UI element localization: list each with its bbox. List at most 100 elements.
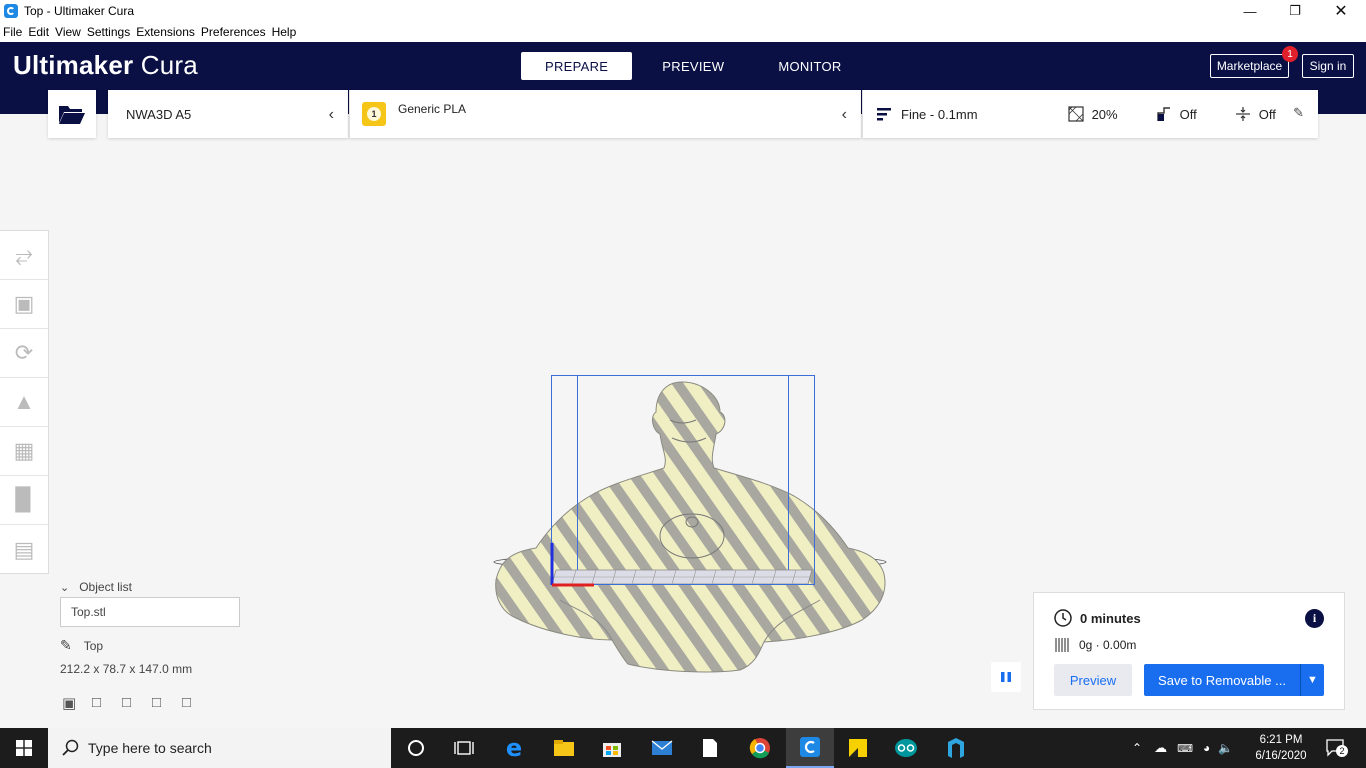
pencil-icon: ✎ — [60, 637, 72, 653]
front-view-icon[interactable]: □ — [92, 694, 122, 712]
support-blocker-icon[interactable]: ▉ — [0, 476, 48, 525]
cura-app-icon — [4, 4, 18, 18]
material-selector[interactable]: 1 Generic PLA ‹ — [349, 90, 861, 138]
marketplace-badge: 1 — [1282, 46, 1298, 62]
mirror-tool-icon[interactable]: ▲ — [0, 378, 48, 427]
menu-help[interactable]: Help — [272, 25, 297, 39]
clock-icon — [1054, 609, 1072, 627]
close-button[interactable]: ✕ — [1318, 0, 1364, 22]
minimize-button[interactable]: — — [1227, 0, 1273, 22]
profile-layers-icon — [877, 108, 891, 121]
preview-button[interactable]: Preview — [1054, 664, 1132, 696]
save-to-removable-button[interactable]: Save to Removable ... — [1144, 664, 1300, 696]
chevron-left-icon: ‹ — [328, 106, 334, 123]
volume-icon[interactable]: 🔈 — [1218, 741, 1233, 755]
material-usage-row: 0g · 0.00m — [1054, 637, 1136, 653]
chevron-up-icon[interactable]: ⌃ — [1132, 741, 1142, 755]
per-model-settings-icon[interactable]: ▦ — [0, 427, 48, 476]
edge-browser-icon[interactable]: e — [490, 728, 538, 768]
left-view-icon[interactable]: □ — [152, 694, 182, 712]
folder-open-icon — [59, 106, 85, 124]
keyboard-ime-icon[interactable]: ⌨ — [1177, 742, 1193, 755]
wifi-icon[interactable]: ◕ — [1203, 741, 1210, 755]
profile-item: Fine - 0.1mm — [877, 107, 978, 122]
search-icon — [62, 739, 79, 756]
right-view-icon[interactable]: □ — [182, 694, 212, 712]
file-explorer-icon[interactable] — [540, 728, 588, 768]
print-time-row: 0 minutes — [1054, 609, 1141, 627]
scale-tool-icon[interactable]: ▣ — [0, 280, 48, 329]
notifications-button[interactable]: 2 — [1324, 728, 1348, 768]
microsoft-store-icon[interactable] — [588, 728, 636, 768]
view-orientation-buttons: ▣ □ □ □ □ — [62, 694, 212, 712]
restore-button[interactable]: ❐ — [1272, 0, 1318, 22]
rotate-tool-icon[interactable]: ⟳ — [0, 329, 48, 378]
task-view-icon[interactable] — [440, 728, 488, 768]
object-name-row[interactable]: ✎ Top — [60, 637, 300, 654]
open-file-button[interactable] — [48, 90, 96, 138]
tab-preview[interactable]: PREVIEW — [632, 52, 754, 80]
pause-icon — [1001, 672, 1011, 682]
chevron-down-icon: ▼ — [1307, 674, 1318, 686]
chevron-down-icon: ⌄ — [60, 581, 70, 594]
mail-icon[interactable] — [638, 728, 686, 768]
marketplace-button[interactable]: Marketplace — [1210, 54, 1289, 78]
object-list-item[interactable]: Top.stl — [60, 597, 240, 627]
arduino-icon[interactable] — [882, 728, 930, 768]
menu-preferences[interactable]: Preferences — [201, 25, 266, 39]
pencil-edit-icon[interactable]: ✎ — [1293, 105, 1304, 121]
onedrive-cloud-icon[interactable]: ☁ — [1154, 740, 1167, 756]
windows-logo-icon — [16, 740, 32, 756]
tab-prepare[interactable]: PREPARE — [521, 52, 633, 80]
object-list-panel: ⌄ Object list Top.stl ✎ Top 212.2 x 78.7… — [60, 580, 300, 676]
printer-name: NWA3D A5 — [126, 106, 192, 122]
menu-edit[interactable]: Edit — [28, 25, 49, 39]
title-bar: Top - Ultimaker Cura — ❐ ✕ — [0, 0, 1366, 22]
system-tray: ⌃ ☁ ⌨ ◕ 🔈 — [1132, 728, 1233, 768]
infill-icon — [1067, 106, 1084, 122]
notification-count-badge: 2 — [1336, 745, 1348, 757]
stage-tabs: PREPARE PREVIEW MONITOR — [521, 52, 866, 80]
support-item: Off — [1156, 106, 1197, 122]
window-title: Top - Ultimaker Cura — [24, 4, 135, 18]
menu-settings[interactable]: Settings — [87, 25, 130, 39]
infill-item: 20% — [1067, 106, 1118, 122]
pause-slicing-button[interactable] — [991, 662, 1021, 692]
ultimaker-cura-logo: Ultimaker Cura — [13, 50, 198, 80]
menu-bar: File Edit View Settings Extensions Prefe… — [0, 22, 1366, 42]
material-name: Generic PLA — [398, 102, 467, 116]
tab-monitor[interactable]: MONITOR — [754, 52, 865, 80]
print-settings-selector[interactable]: Fine - 0.1mm 20% Off Off ✎ — [862, 90, 1318, 138]
extruder-badge-icon: 1 — [362, 102, 386, 126]
printer-selector[interactable]: NWA3D A5 ‹ — [108, 90, 348, 138]
start-button[interactable] — [0, 728, 48, 768]
document-icon[interactable] — [686, 728, 734, 768]
menu-extensions[interactable]: Extensions — [136, 25, 195, 39]
print-summary-panel: 0 minutes i 0g · 0.00m Preview Save to R… — [1033, 592, 1345, 710]
support-icon — [1156, 107, 1170, 121]
cortana-icon[interactable] — [392, 728, 440, 768]
taskbar-search-box[interactable]: Type here to search — [48, 728, 391, 768]
cura-window: Top - Ultimaker Cura — ❐ ✕ File Edit Vie… — [0, 0, 1366, 768]
info-icon[interactable]: i — [1305, 609, 1324, 628]
taskbar-clock[interactable]: 6:21 PM 6/16/2020 — [1250, 732, 1312, 764]
mesh-tools-icon[interactable]: ▤ — [0, 525, 48, 574]
menu-view[interactable]: View — [55, 25, 81, 39]
slicer-app-icon[interactable] — [932, 728, 980, 768]
tool-panel: ⥂ ▣ ⟳ ▲ ▦ ▉ ▤ — [0, 230, 49, 574]
move-tool-icon[interactable]: ⥂ — [0, 231, 48, 280]
top-view-icon[interactable]: □ — [122, 694, 152, 712]
adhesion-item: Off — [1235, 106, 1276, 122]
filament-icon — [1055, 638, 1069, 652]
object-dimensions: 212.2 x 78.7 x 147.0 mm — [60, 662, 193, 676]
save-options-dropdown[interactable]: ▼ — [1300, 664, 1324, 696]
chrome-icon[interactable] — [736, 728, 784, 768]
object-list-toggle[interactable]: ⌄ Object list — [60, 580, 300, 594]
adhesion-icon — [1235, 107, 1250, 121]
sticky-notes-icon[interactable] — [834, 728, 882, 768]
3d-view-icon[interactable]: ▣ — [62, 694, 92, 712]
cura-taskbar-icon[interactable] — [786, 728, 834, 768]
menu-file[interactable]: File — [3, 25, 22, 39]
chevron-left-icon: ‹ — [841, 106, 847, 123]
sign-in-button[interactable]: Sign in — [1302, 54, 1354, 78]
